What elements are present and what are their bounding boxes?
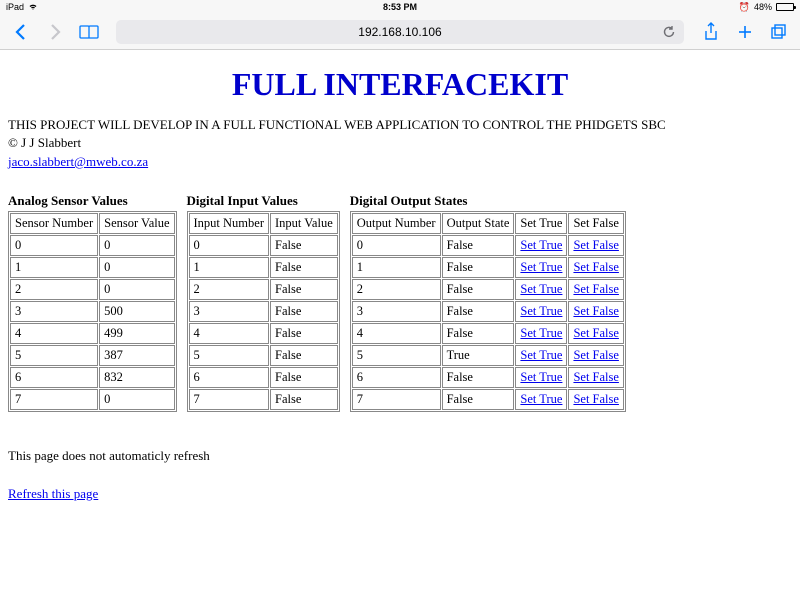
table-row: 0False bbox=[189, 235, 338, 256]
set-false-link[interactable]: Set False bbox=[573, 370, 618, 384]
set-true-link[interactable]: Set True bbox=[520, 370, 562, 384]
digital-output-table-block: Digital Output States Output Number Outp… bbox=[350, 193, 626, 412]
table-row: 5387 bbox=[10, 345, 175, 366]
table-row: 5TrueSet TrueSet False bbox=[352, 345, 624, 366]
forward-button[interactable] bbox=[44, 21, 66, 43]
table-row: 1False bbox=[189, 257, 338, 278]
header-cell: Sensor Value bbox=[99, 213, 174, 234]
digital-output-table-title: Digital Output States bbox=[350, 193, 626, 209]
table-header-row: Sensor Number Sensor Value bbox=[10, 213, 175, 234]
table-row: 2False bbox=[189, 279, 338, 300]
table-row: 6False bbox=[189, 367, 338, 388]
refresh-note: This page does not automaticly refresh bbox=[8, 448, 792, 464]
table-row: 4499 bbox=[10, 323, 175, 344]
device-label: iPad bbox=[6, 2, 24, 12]
table-row: 5False bbox=[189, 345, 338, 366]
header-cell: Input Number bbox=[189, 213, 269, 234]
set-true-link[interactable]: Set True bbox=[520, 392, 562, 406]
tabs-button[interactable] bbox=[768, 21, 790, 43]
bookmarks-button[interactable] bbox=[78, 21, 100, 43]
set-true-link[interactable]: Set True bbox=[520, 282, 562, 296]
description-text: THIS PROJECT WILL DEVELOP IN A FULL FUNC… bbox=[8, 117, 792, 133]
set-true-link[interactable]: Set True bbox=[520, 260, 562, 274]
table-row: 00 bbox=[10, 235, 175, 256]
table-row: 7FalseSet TrueSet False bbox=[352, 389, 624, 410]
table-row: 1FalseSet TrueSet False bbox=[352, 257, 624, 278]
url-text: 192.168.10.106 bbox=[358, 25, 441, 39]
table-header-row: Input Number Input Value bbox=[189, 213, 338, 234]
set-true-link[interactable]: Set True bbox=[520, 326, 562, 340]
reload-icon[interactable] bbox=[662, 25, 676, 39]
refresh-link[interactable]: Refresh this page bbox=[8, 486, 98, 502]
set-true-link[interactable]: Set True bbox=[520, 348, 562, 362]
page-content: FULL INTERFACEKIT THIS PROJECT WILL DEVE… bbox=[0, 50, 800, 511]
header-cell: Sensor Number bbox=[10, 213, 98, 234]
back-button[interactable] bbox=[10, 21, 32, 43]
digital-input-table: Input Number Input Value 0False 1False 2… bbox=[187, 211, 340, 412]
digital-input-table-title: Digital Input Values bbox=[187, 193, 340, 209]
table-row: 0FalseSet TrueSet False bbox=[352, 235, 624, 256]
table-row: 2FalseSet TrueSet False bbox=[352, 279, 624, 300]
set-false-link[interactable]: Set False bbox=[573, 326, 618, 340]
table-row: 20 bbox=[10, 279, 175, 300]
table-row: 6FalseSet TrueSet False bbox=[352, 367, 624, 388]
status-bar: iPad 8:53 PM ⏰ 48% bbox=[0, 0, 800, 14]
wifi-icon bbox=[28, 3, 38, 11]
set-false-link[interactable]: Set False bbox=[573, 304, 618, 318]
table-row: 10 bbox=[10, 257, 175, 278]
share-button[interactable] bbox=[700, 21, 722, 43]
battery-percentage: 48% bbox=[754, 2, 772, 12]
set-false-link[interactable]: Set False bbox=[573, 348, 618, 362]
analog-table-title: Analog Sensor Values bbox=[8, 193, 177, 209]
set-true-link[interactable]: Set True bbox=[520, 304, 562, 318]
table-row: 4False bbox=[189, 323, 338, 344]
table-row: 3FalseSet TrueSet False bbox=[352, 301, 624, 322]
set-false-link[interactable]: Set False bbox=[573, 282, 618, 296]
table-row: 3False bbox=[189, 301, 338, 322]
email-link[interactable]: jaco.slabbert@mweb.co.za bbox=[8, 154, 148, 169]
battery-icon bbox=[776, 3, 794, 11]
url-bar[interactable]: 192.168.10.106 bbox=[116, 20, 684, 44]
set-false-link[interactable]: Set False bbox=[573, 392, 618, 406]
analog-table-block: Analog Sensor Values Sensor Number Senso… bbox=[8, 193, 177, 412]
alarm-icon: ⏰ bbox=[739, 2, 750, 13]
set-false-link[interactable]: Set False bbox=[573, 260, 618, 274]
digital-input-table-block: Digital Input Values Input Number Input … bbox=[187, 193, 340, 412]
table-row: 7False bbox=[189, 389, 338, 410]
new-tab-button[interactable] bbox=[734, 21, 756, 43]
table-row: 4FalseSet TrueSet False bbox=[352, 323, 624, 344]
browser-toolbar: 192.168.10.106 bbox=[0, 14, 800, 50]
set-false-link[interactable]: Set False bbox=[573, 238, 618, 252]
digital-output-table: Output Number Output State Set True Set … bbox=[350, 211, 626, 412]
header-cell: Output State bbox=[442, 213, 515, 234]
clock: 8:53 PM bbox=[383, 2, 417, 12]
header-cell: Set False bbox=[568, 213, 623, 234]
table-row: 3500 bbox=[10, 301, 175, 322]
analog-table: Sensor Number Sensor Value 00 10 20 3500… bbox=[8, 211, 177, 412]
copyright-text: © J J Slabbert bbox=[8, 135, 792, 151]
table-row: 6832 bbox=[10, 367, 175, 388]
set-true-link[interactable]: Set True bbox=[520, 238, 562, 252]
header-cell: Set True bbox=[515, 213, 567, 234]
table-row: 70 bbox=[10, 389, 175, 410]
table-header-row: Output Number Output State Set True Set … bbox=[352, 213, 624, 234]
header-cell: Input Value bbox=[270, 213, 338, 234]
header-cell: Output Number bbox=[352, 213, 441, 234]
page-title: FULL INTERFACEKIT bbox=[8, 66, 792, 103]
